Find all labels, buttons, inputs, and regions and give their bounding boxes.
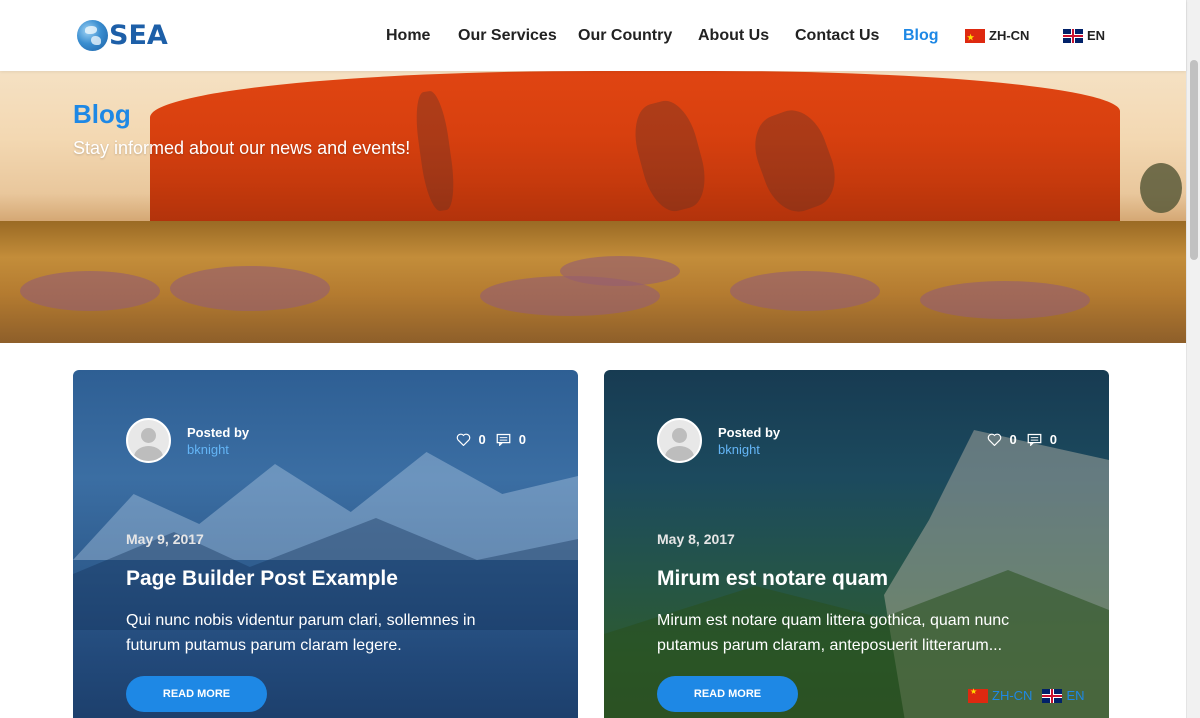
post-title[interactable]: Mirum est notare quam [657,566,888,592]
read-more-button[interactable]: READ MORE [657,676,798,712]
page-scrollbar[interactable] [1186,0,1200,718]
page-subtitle: Stay informed about our news and events! [73,138,411,158]
nav-home[interactable]: Home [386,25,430,47]
nav-our-country[interactable]: Our Country [578,25,672,47]
post-title[interactable]: Page Builder Post Example [126,566,398,592]
post-stats: 0 0 [987,432,1057,447]
site-header: SEA Home Our Services Our Country About … [0,0,1186,71]
nav-contact-us[interactable]: Contact Us [795,25,879,47]
post-date: May 8, 2017 [657,531,735,547]
post-stats: 0 0 [456,432,526,447]
avatar [657,418,702,463]
footer-lang-en[interactable]: EN [1042,688,1085,703]
posted-by-label: Posted by [718,424,781,440]
read-more-button[interactable]: READ MORE [126,676,267,712]
like-count: 0 [1009,432,1017,447]
uk-flag-icon [1063,29,1083,43]
posted-by-label: Posted by [187,424,250,440]
uk-flag-icon [1042,688,1063,703]
logo-text: SEA [109,20,168,51]
post-excerpt: Qui nunc nobis videntur parum clari, sol… [126,612,476,654]
china-flag-icon [965,27,985,49]
heart-icon[interactable] [987,433,1003,447]
hero-tree [1140,163,1182,213]
hero-banner: Blog Stay informed about our news and ev… [0,71,1186,343]
nav-our-services[interactable]: Our Services [458,25,557,47]
lang-en-label: EN [1087,28,1106,43]
page-title: Blog [73,99,131,129]
comment-icon[interactable] [1027,433,1043,447]
author-link[interactable]: bknight [718,441,780,458]
site-logo[interactable]: SEA [77,20,168,51]
post-excerpt: Mirum est notare quam littera gothica, q… [657,612,1010,654]
post-author: Posted by bknight [657,418,780,463]
author-link[interactable]: bknight [187,441,249,458]
comment-icon[interactable] [496,433,512,447]
footer-lang-zh-cn-label: ZH-CN [992,688,1033,703]
china-flag-icon [968,687,988,703]
footer-lang-zh-cn[interactable]: ZH-CN [968,687,1033,703]
lang-zh-cn-label: ZH-CN [989,28,1030,43]
nav-about-us[interactable]: About Us [698,25,769,47]
lang-zh-cn[interactable]: ZH-CN [965,25,1030,49]
globe-icon [77,20,108,51]
blog-card[interactable]: Posted by bknight 0 0 May 9, 2017 Page B… [73,370,578,718]
post-author: Posted by bknight [126,418,249,463]
comment-count: 0 [518,432,526,447]
footer-lang-en-label: EN [1066,688,1085,703]
heart-icon[interactable] [456,433,472,447]
floating-language-switcher: ZH-CN EN [968,687,1095,703]
post-date: May 9, 2017 [126,531,204,547]
lang-en[interactable]: EN [1063,25,1105,47]
avatar [126,418,171,463]
page: SEA Home Our Services Our Country About … [0,0,1200,718]
blog-card[interactable]: Posted by bknight 0 0 May 8, 2017 Mirum … [604,370,1109,718]
like-count: 0 [478,432,486,447]
comment-count: 0 [1049,432,1057,447]
scrollbar-thumb[interactable] [1190,60,1198,260]
nav-blog[interactable]: Blog [903,25,939,47]
